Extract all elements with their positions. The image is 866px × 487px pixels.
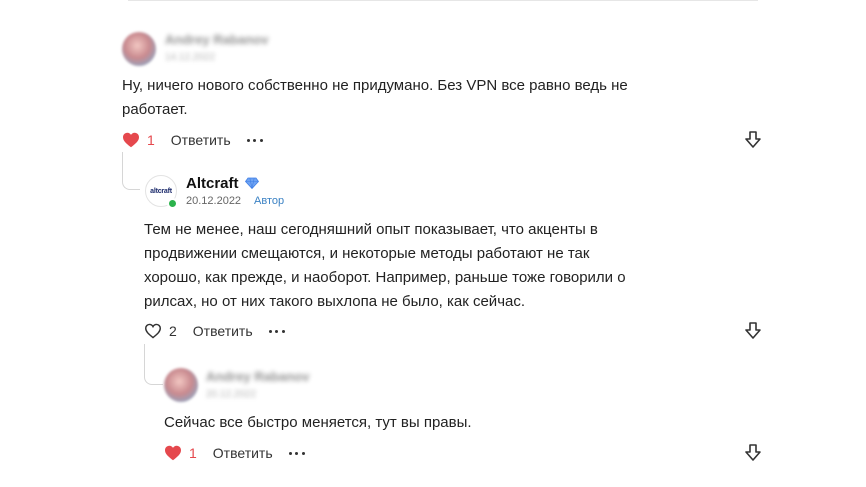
comment-actions: 2 Ответить — [144, 322, 285, 340]
comment-line: Сейчас все быстро меняется, тут вы правы… — [164, 414, 472, 431]
share-icon[interactable] — [745, 444, 761, 462]
more-dots-icon[interactable] — [288, 451, 305, 455]
comment-line: рилсах, но от них такого выхлопа не было… — [144, 293, 526, 310]
comment-text: Ну, ничего нового собственно не придуман… — [122, 74, 628, 122]
online-indicator — [167, 198, 178, 209]
comment-text: Сейчас все быстро меняется, тут вы правы… — [164, 411, 472, 435]
top-divider — [128, 0, 758, 1]
author-badge: Автор — [254, 195, 285, 207]
heart-outline-icon[interactable] — [144, 323, 162, 339]
comment-line: работает. — [122, 101, 188, 118]
share-icon[interactable] — [745, 322, 761, 340]
comment-line: Ну, ничего нового собственно не придуман… — [122, 77, 628, 94]
like-count: 1 — [147, 132, 155, 148]
author-name[interactable]: Andrey Rabanov — [206, 369, 309, 384]
comment-text: Тем не менее, наш сегодняшний опыт показ… — [144, 218, 626, 314]
avatar[interactable] — [164, 368, 198, 402]
reply-button[interactable]: Ответить — [171, 132, 231, 148]
like-count: 1 — [189, 445, 197, 461]
comment-date: 20.12.2022 — [206, 389, 257, 400]
comment-actions: 1 Ответить — [122, 131, 263, 149]
avatar[interactable] — [122, 32, 156, 66]
heart-icon[interactable] — [164, 445, 182, 461]
comment-line: продвижении смещаются, и некоторые метод… — [144, 245, 590, 262]
share-icon[interactable] — [745, 131, 761, 149]
comment-date: 20.12.2022 — [186, 195, 242, 207]
reply-button[interactable]: Ответить — [193, 323, 253, 339]
more-dots-icon[interactable] — [268, 329, 285, 333]
thread-line — [122, 152, 140, 190]
heart-icon[interactable] — [122, 132, 140, 148]
reply-button[interactable]: Ответить — [213, 445, 273, 461]
more-dots-icon[interactable] — [246, 138, 263, 142]
thread-line — [144, 344, 163, 385]
comment-line: хорошо, как прежде, и наоборот. Например… — [144, 269, 626, 286]
author-name[interactable]: Altcraft — [186, 175, 239, 192]
author-name[interactable]: Andrey Rabanov — [165, 32, 268, 47]
diamond-icon — [245, 177, 259, 189]
comment-date: 14.12.2022 — [165, 52, 216, 63]
like-count: 2 — [169, 323, 177, 339]
comment-line: Тем не менее, наш сегодняшний опыт показ… — [144, 221, 598, 238]
comment-actions: 1 Ответить — [164, 444, 305, 462]
